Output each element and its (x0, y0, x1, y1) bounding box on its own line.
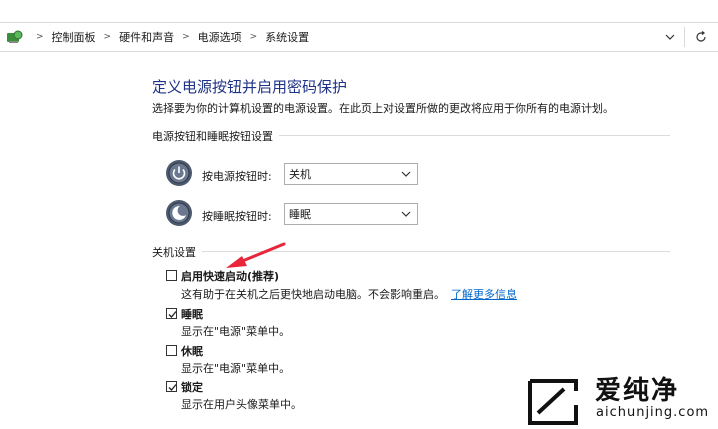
fast-startup-checkbox[interactable] (166, 270, 177, 281)
hibernate-label[interactable]: 休眠 (181, 343, 203, 359)
lock-checkbox[interactable] (166, 381, 177, 392)
sleep-button-label: 按睡眠按钮时: (202, 210, 272, 223)
breadcrumb-item-power-options[interactable]: 电源选项 (198, 29, 242, 45)
power-group-label: 电源按钮和睡眠按钮设置 (152, 128, 279, 144)
chevron-right-icon: > (103, 32, 112, 42)
address-history-button[interactable] (660, 23, 680, 51)
address-bar[interactable]: > 控制面板 > 硬件和声音 > 电源选项 > 系统设置 (0, 22, 718, 52)
sleep-button-icon (166, 200, 192, 226)
group-divider (152, 251, 670, 252)
breadcrumb-item-hardware-sound[interactable]: 硬件和声音 (119, 29, 174, 45)
power-button-label: 按电源按钮时: (202, 170, 272, 183)
watermark-name: 爱纯净 (595, 376, 680, 406)
sleep-label[interactable]: 睡眠 (181, 306, 203, 322)
hibernate-desc: 显示在"电源"菜单中。 (181, 362, 291, 375)
hibernate-checkbox[interactable] (166, 345, 177, 356)
power-button-select[interactable]: 关机 (284, 163, 418, 185)
sleep-button-select[interactable]: 睡眠 (284, 203, 418, 225)
checkmark-icon (168, 384, 177, 391)
chevron-right-icon: > (249, 32, 258, 42)
control-panel-icon (7, 30, 23, 43)
power-button-value: 关机 (289, 168, 311, 181)
shutdown-group-label: 关机设置 (152, 244, 202, 260)
refresh-button[interactable] (690, 23, 712, 51)
lock-desc: 显示在用户头像菜单中。 (181, 398, 302, 411)
chevron-right-icon: > (36, 32, 44, 42)
chevron-down-icon (401, 171, 411, 177)
page-title: 定义电源按钮并启用密码保护 (152, 78, 348, 96)
breadcrumb-item-control-panel[interactable]: 控制面板 (52, 29, 96, 45)
watermark-url: aichunjing.com (596, 405, 710, 420)
power-button-icon (166, 160, 192, 186)
learn-more-link[interactable]: 了解更多信息 (451, 288, 517, 301)
address-divider (684, 27, 685, 47)
fast-startup-desc-text: 这有助于在关机之后更快地启动电脑。不会影响重启。 (181, 288, 445, 301)
breadcrumb-item-system-settings[interactable]: 系统设置 (265, 29, 309, 45)
sleep-button-value: 睡眠 (289, 208, 311, 221)
fast-startup-desc: 这有助于在关机之后更快地启动电脑。不会影响重启。 了解更多信息 (181, 286, 517, 302)
sleep-checkbox[interactable] (166, 308, 177, 319)
fast-startup-label[interactable]: 启用快速启动(推荐) (181, 268, 279, 284)
sleep-desc: 显示在"电源"菜单中。 (181, 325, 291, 338)
breadcrumb: > 控制面板 > 硬件和声音 > 电源选项 > 系统设置 (28, 23, 309, 51)
chevron-right-icon: > (182, 32, 190, 42)
chevron-down-icon (401, 211, 411, 217)
chevron-down-icon (665, 34, 675, 40)
lock-label[interactable]: 锁定 (181, 379, 203, 395)
checkmark-icon (168, 311, 177, 318)
refresh-icon (696, 31, 706, 42)
page-description: 选择要为你的计算机设置的电源设置。在此页上对设置所做的更改将应用于你所有的电源计… (152, 102, 614, 115)
